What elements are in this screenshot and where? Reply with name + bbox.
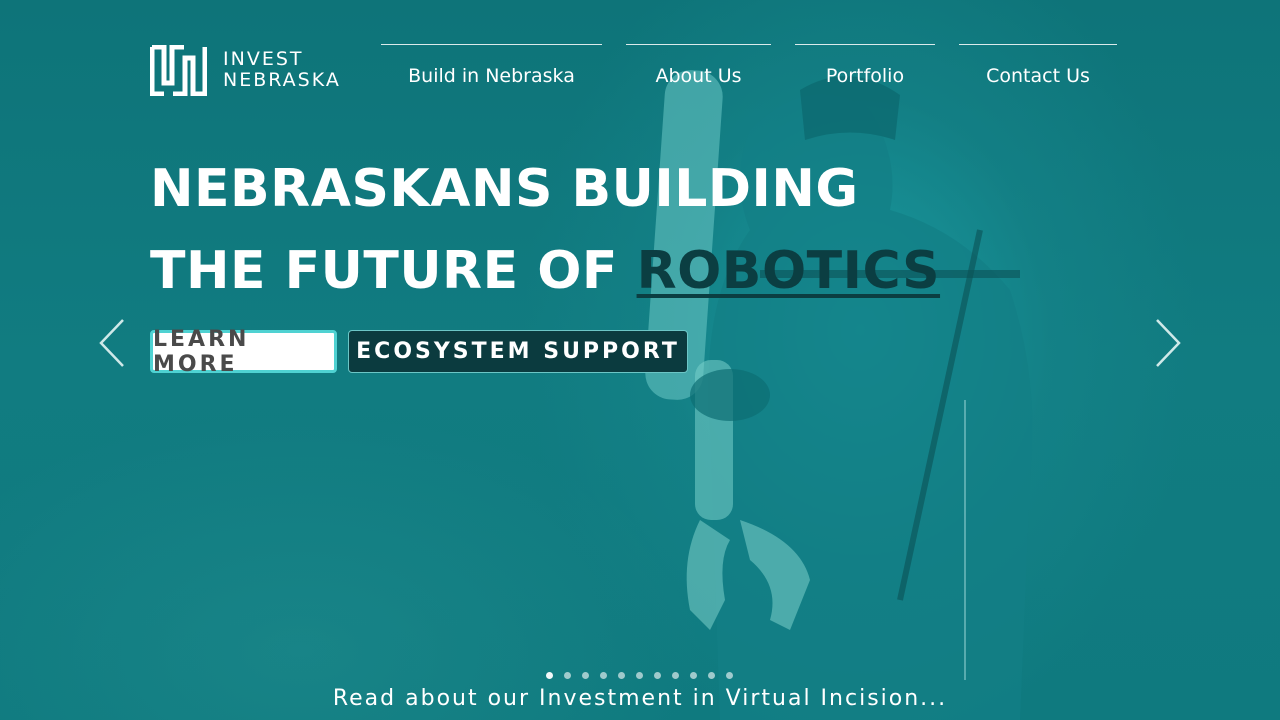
- slider-dot[interactable]: [564, 672, 571, 679]
- slider-dot[interactable]: [546, 672, 553, 679]
- logo-line-nebraska: NEBRASKA: [223, 69, 341, 91]
- nav-portfolio[interactable]: Portfolio: [795, 44, 935, 100]
- slider-dot[interactable]: [726, 672, 733, 679]
- slider-dot[interactable]: [582, 672, 589, 679]
- slider-dot[interactable]: [672, 672, 679, 679]
- chevron-right-icon[interactable]: [1154, 318, 1182, 368]
- chevron-left-icon[interactable]: [98, 318, 126, 368]
- slider-dot[interactable]: [654, 672, 661, 679]
- hero-headline: NEBRASKANS BUILDING THE FUTURE OF ROBOTI…: [150, 148, 940, 312]
- site-logo[interactable]: INVEST NEBRASKA: [150, 44, 341, 96]
- headline-accent-link[interactable]: ROBOTICS: [637, 241, 940, 301]
- headline-line-2: THE FUTURE OF: [150, 241, 637, 301]
- headline-line-1: NEBRASKANS BUILDING: [150, 159, 859, 219]
- slider-dot[interactable]: [618, 672, 625, 679]
- ecosystem-support-button[interactable]: ECOSYSTEM SUPPORT: [348, 330, 688, 373]
- nav-contact-us[interactable]: Contact Us: [959, 44, 1117, 100]
- nav-build-in-nebraska[interactable]: Build in Nebraska: [381, 44, 602, 100]
- slider-dot[interactable]: [636, 672, 643, 679]
- slider-dot[interactable]: [708, 672, 715, 679]
- slider-dot[interactable]: [600, 672, 607, 679]
- invest-nebraska-logo-icon: [150, 44, 207, 96]
- logo-text: INVEST NEBRASKA: [223, 50, 341, 90]
- logo-line-invest: INVEST: [223, 48, 304, 70]
- slide-caption-link[interactable]: Read about our Investment in Virtual Inc…: [0, 686, 1280, 711]
- nav-about-us[interactable]: About Us: [626, 44, 771, 100]
- slider-dots: [546, 672, 733, 679]
- slider-dot[interactable]: [690, 672, 697, 679]
- learn-more-button[interactable]: LEARN MORE: [150, 327, 337, 377]
